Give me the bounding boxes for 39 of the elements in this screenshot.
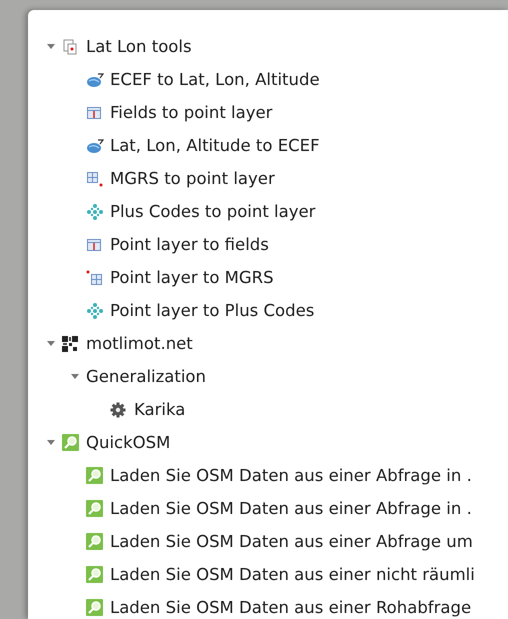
search-icon	[86, 467, 103, 484]
tree-item[interactable]: Laden Sie OSM Daten aus einer Rohabfrage	[110, 598, 472, 617]
tree-item[interactable]: Lat Lon tools	[86, 37, 192, 56]
tree-item[interactable]: Point layer to Plus Codes	[110, 301, 314, 320]
globe-icon	[86, 138, 104, 154]
tree-item[interactable]: QuickOSM	[86, 433, 170, 452]
tree-item[interactable]: Generalization	[86, 367, 206, 386]
search-icon	[86, 533, 103, 550]
grid-icon	[86, 270, 104, 286]
search-icon	[86, 500, 103, 517]
grid-icon	[86, 170, 104, 186]
search-icon	[86, 566, 103, 583]
tree-item[interactable]: ECEF to Lat, Lon, Altitude	[110, 70, 320, 89]
document-icon	[62, 38, 78, 54]
tree-item[interactable]: Laden Sie OSM Daten aus einer Abfrage in .	[110, 499, 472, 518]
tree-item[interactable]: Laden Sie OSM Daten aus einer Abfrage in .	[110, 466, 472, 485]
dots-icon	[86, 204, 104, 220]
dots-icon	[86, 302, 104, 318]
collapse-arrow-icon[interactable]	[47, 44, 55, 50]
tree-item[interactable]: Point layer to MGRS	[110, 268, 274, 287]
tree-item[interactable]: Point layer to fields	[110, 235, 269, 254]
collapse-arrow-icon[interactable]	[47, 440, 55, 446]
tree-item[interactable]: Plus Codes to point layer	[110, 202, 316, 221]
table-icon	[86, 104, 102, 120]
tree-item[interactable]: Lat, Lon, Altitude to ECEF	[110, 136, 320, 155]
search-icon	[86, 599, 103, 616]
collapse-arrow-icon[interactable]	[71, 374, 79, 380]
tree-item[interactable]: Karika	[134, 400, 186, 419]
globe-icon	[86, 72, 104, 88]
tree-item[interactable]: Fields to point layer	[110, 103, 272, 122]
tree-item[interactable]: Laden Sie OSM Daten aus einer nicht räumli	[110, 565, 475, 584]
tree-item[interactable]: motlimot.net	[86, 334, 193, 353]
gear-icon	[110, 402, 126, 418]
tree-item[interactable]: MGRS to point layer	[110, 169, 275, 188]
table-icon	[86, 236, 102, 252]
search-icon	[62, 434, 79, 451]
qr-code-icon	[62, 336, 78, 352]
collapse-arrow-icon[interactable]	[47, 340, 55, 346]
tree-item[interactable]: Laden Sie OSM Daten aus einer Abfrage um	[110, 532, 473, 551]
